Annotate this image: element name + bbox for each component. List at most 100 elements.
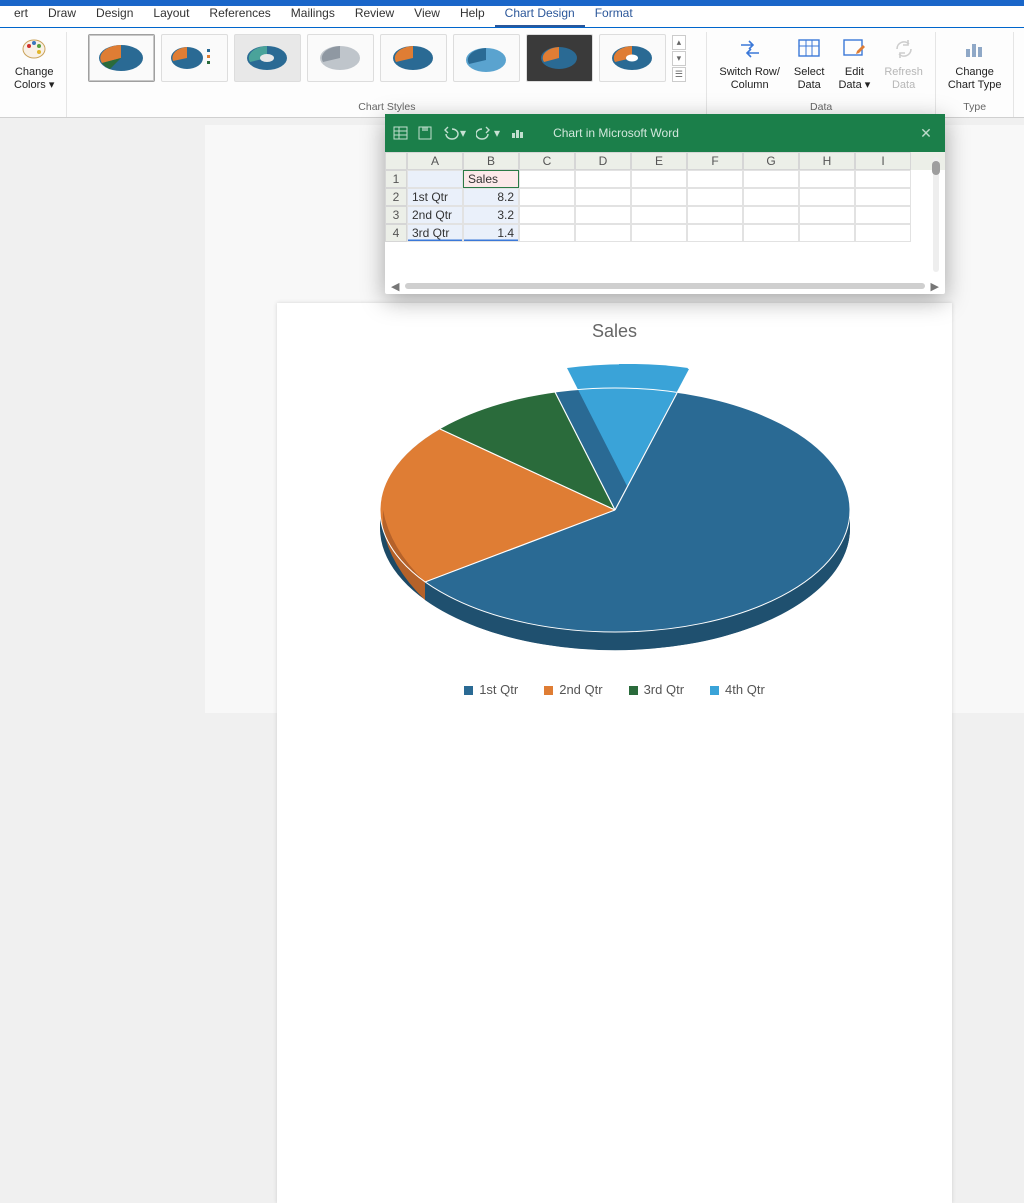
- cell-C1[interactable]: [519, 170, 575, 188]
- edit-data-button[interactable]: Edit Data ▾: [832, 34, 876, 93]
- tab-design[interactable]: Design: [86, 0, 143, 27]
- vscroll-thumb[interactable]: [932, 161, 940, 175]
- select-data-button[interactable]: Select Data: [788, 34, 831, 93]
- rowh-3[interactable]: 3: [385, 206, 407, 224]
- change-chart-type-label: Change Chart Type: [948, 66, 1002, 91]
- cell-E1[interactable]: [631, 170, 687, 188]
- hscroll-track[interactable]: [405, 283, 924, 289]
- cell-F1[interactable]: [687, 170, 743, 188]
- styles-down-button[interactable]: ▾: [672, 51, 686, 66]
- tab-mailings[interactable]: Mailings: [281, 0, 345, 27]
- rowh-2[interactable]: 2: [385, 188, 407, 206]
- col-B[interactable]: B: [463, 152, 519, 170]
- tab-review[interactable]: Review: [345, 0, 404, 27]
- change-chart-type-button[interactable]: Change Chart Type: [942, 34, 1008, 93]
- cell-G3[interactable]: [743, 206, 799, 224]
- rowh-4[interactable]: 4: [385, 224, 407, 242]
- chart-style-6[interactable]: [453, 34, 520, 82]
- grid-header-row: A B C D E F G H I: [385, 152, 945, 170]
- rowh-1[interactable]: 1: [385, 170, 407, 188]
- document-page: Sales: [277, 303, 952, 1203]
- cell-A2[interactable]: 1st Qtr: [407, 188, 463, 206]
- undo-icon[interactable]: ▾: [442, 126, 466, 140]
- cell-H3[interactable]: [799, 206, 855, 224]
- tab-draw[interactable]: Draw: [38, 0, 86, 27]
- cell-A3[interactable]: 2nd Qtr: [407, 206, 463, 224]
- cell-C3[interactable]: [519, 206, 575, 224]
- scroll-left-icon[interactable]: ◀: [391, 280, 399, 293]
- cell-G2[interactable]: [743, 188, 799, 206]
- cell-H1[interactable]: [799, 170, 855, 188]
- cell-I4[interactable]: [855, 224, 911, 242]
- cell-I2[interactable]: [855, 188, 911, 206]
- col-A[interactable]: A: [407, 152, 463, 170]
- cell-G1[interactable]: [743, 170, 799, 188]
- col-D[interactable]: D: [575, 152, 631, 170]
- chart-style-7[interactable]: [526, 34, 593, 82]
- select-all-corner[interactable]: [385, 152, 407, 170]
- col-E[interactable]: E: [631, 152, 687, 170]
- cell-C2[interactable]: [519, 188, 575, 206]
- legend-label-4: 4th Qtr: [725, 682, 765, 697]
- col-G[interactable]: G: [743, 152, 799, 170]
- cell-B3[interactable]: 3.2: [463, 206, 519, 224]
- styles-more-button[interactable]: ☰: [672, 67, 686, 82]
- tab-view[interactable]: View: [404, 0, 450, 27]
- cell-F2[interactable]: [687, 188, 743, 206]
- cell-I1[interactable]: [855, 170, 911, 188]
- tab-references[interactable]: References: [199, 0, 280, 27]
- tab-chart-design[interactable]: Chart Design: [495, 0, 585, 27]
- grid-icon[interactable]: [393, 126, 408, 140]
- cell-F3[interactable]: [687, 206, 743, 224]
- tab-format[interactable]: Format: [585, 0, 643, 27]
- tab-insert[interactable]: ert: [4, 0, 38, 27]
- col-I[interactable]: I: [855, 152, 911, 170]
- chart-style-5[interactable]: [380, 34, 447, 82]
- cell-B4[interactable]: 1.4: [463, 224, 519, 242]
- chart-title: Sales: [592, 303, 637, 342]
- cell-H2[interactable]: [799, 188, 855, 206]
- cell-B1[interactable]: Sales: [463, 170, 519, 188]
- redo-icon[interactable]: ▾: [476, 126, 500, 140]
- grid-row-4: 4 3rd Qtr 1.4: [385, 224, 945, 242]
- cell-H4[interactable]: [799, 224, 855, 242]
- cell-D1[interactable]: [575, 170, 631, 188]
- scroll-right-icon[interactable]: ▶: [931, 280, 939, 293]
- cell-E2[interactable]: [631, 188, 687, 206]
- cell-C4[interactable]: [519, 224, 575, 242]
- col-F[interactable]: F: [687, 152, 743, 170]
- cell-A4[interactable]: 3rd Qtr: [407, 224, 463, 242]
- chart-style-8[interactable]: [599, 34, 666, 82]
- styles-up-button[interactable]: ▴: [672, 35, 686, 50]
- col-C[interactable]: C: [519, 152, 575, 170]
- cell-F4[interactable]: [687, 224, 743, 242]
- legend-item-4: 4th Qtr: [710, 682, 765, 697]
- cell-G4[interactable]: [743, 224, 799, 242]
- cell-E3[interactable]: [631, 206, 687, 224]
- chart-style-4[interactable]: [307, 34, 374, 82]
- cell-E4[interactable]: [631, 224, 687, 242]
- cell-D4[interactable]: [575, 224, 631, 242]
- vertical-scrollbar[interactable]: [930, 157, 942, 272]
- cell-I3[interactable]: [855, 206, 911, 224]
- pie-chart[interactable]: [345, 348, 885, 668]
- switch-label: Switch Row/ Column: [719, 66, 780, 91]
- tab-layout[interactable]: Layout: [143, 0, 199, 27]
- cell-A1[interactable]: [407, 170, 463, 188]
- change-colors-button[interactable]: Change Colors ▾: [8, 34, 60, 93]
- tab-help[interactable]: Help: [450, 0, 495, 27]
- horizontal-scrollbar[interactable]: ◀ ▶: [385, 278, 945, 294]
- switch-row-column-button[interactable]: Switch Row/ Column: [713, 34, 786, 93]
- chart-style-2[interactable]: [161, 34, 228, 82]
- cell-B2[interactable]: 8.2: [463, 188, 519, 206]
- data-grid[interactable]: A B C D E F G H I 1 Sales 2 1st Qtr 8.2 …: [385, 152, 945, 278]
- chart-style-1[interactable]: [88, 34, 155, 82]
- save-icon[interactable]: [418, 126, 432, 140]
- cell-D2[interactable]: [575, 188, 631, 206]
- col-H[interactable]: H: [799, 152, 855, 170]
- cell-D3[interactable]: [575, 206, 631, 224]
- close-button[interactable]: ✕: [915, 125, 937, 142]
- chart-style-3[interactable]: [234, 34, 301, 82]
- grid-row-1: 1 Sales: [385, 170, 945, 188]
- chart-insert-icon[interactable]: [510, 126, 525, 140]
